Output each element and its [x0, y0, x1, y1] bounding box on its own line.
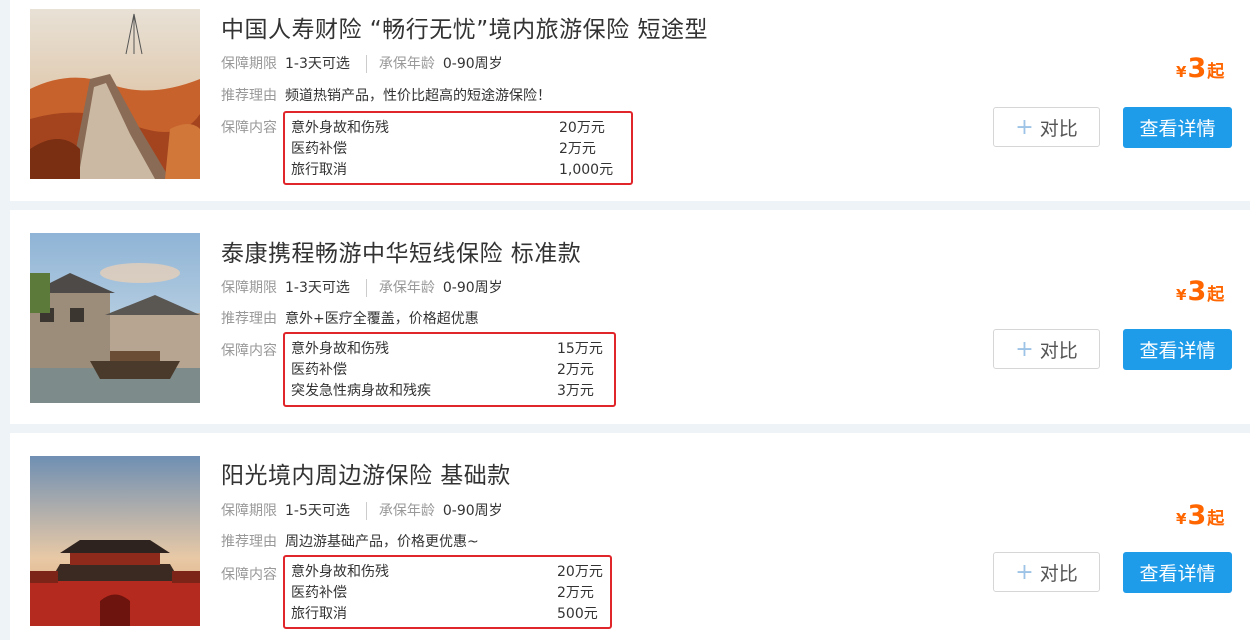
details-button[interactable]: 查看详情: [1123, 552, 1232, 593]
coverage-item: 医药补偿: [291, 141, 347, 157]
reason-value: 意外+医疗全覆盖，价格超优惠: [285, 311, 479, 327]
period-label: 保障期限: [221, 280, 277, 296]
great-wall-image[interactable]: [30, 9, 200, 179]
reason-value: 频道热销产品，性价比超高的短途游保险！: [285, 88, 551, 104]
reason-row: 推荐理由 周边游基础产品，价格更优惠~: [221, 531, 479, 551]
details-button[interactable]: 查看详情: [1123, 107, 1232, 148]
compare-label: 对比: [1039, 117, 1078, 140]
period-value: 1-3天可选: [285, 280, 350, 296]
reason-label: 推荐理由: [221, 311, 277, 327]
palace-gate-image[interactable]: [30, 456, 200, 626]
price-value: 3: [1187, 53, 1207, 84]
compare-label: 对比: [1039, 562, 1078, 585]
age-label: 承保年龄: [378, 56, 435, 72]
coverage-amount: 3万元: [557, 383, 594, 399]
coverage-amount: 15万元: [557, 341, 603, 357]
currency-symbol: ¥: [1176, 286, 1187, 304]
coverage-row: 保障内容: [221, 117, 277, 137]
coverage-amount: 2万元: [557, 585, 594, 601]
water-town-image[interactable]: [30, 233, 200, 403]
reason-label: 推荐理由: [221, 534, 277, 550]
price-suffix: 起: [1207, 509, 1225, 529]
coverage-table: 意外身故和伤残 20万元 医药补偿 2万元 旅行取消 500元: [283, 555, 612, 629]
divider: [365, 502, 367, 520]
product-title[interactable]: 阳光境内周边游保险 基础款: [221, 456, 511, 490]
coverage-item: 意外身故和伤残: [291, 341, 389, 357]
product-title[interactable]: 中国人寿财险 “畅行无忧”境内旅游保险 短途型: [221, 10, 708, 44]
reason-label: 推荐理由: [221, 88, 277, 104]
divider: [365, 279, 367, 297]
reason-row: 推荐理由 意外+医疗全覆盖，价格超优惠: [221, 308, 479, 328]
product-card: 阳光境内周边游保险 基础款 保障期限 1-5天可选 承保年龄 0-90周岁 推荐理由周…: [10, 433, 1250, 640]
coverage-table: 意外身故和伤残 15万元 医药补偿 2万元 突发急性病身故和残疾 3万元: [283, 332, 616, 407]
compare-label: 对比: [1039, 339, 1078, 362]
coverage-item: 旅行取消: [291, 606, 347, 622]
age-value: 0-90周岁: [442, 280, 503, 296]
divider: [365, 55, 367, 73]
coverage-item: 突发急性病身故和残疾: [291, 383, 431, 399]
currency-symbol: ¥: [1176, 63, 1187, 81]
compare-button[interactable]: + 对比: [993, 329, 1100, 369]
coverage-item: 旅行取消: [291, 162, 347, 178]
coverage-amount: 20万元: [557, 564, 603, 580]
period-age-row: 保障期限 1-3天可选 承保年龄 0-90周岁: [221, 53, 503, 73]
product-title[interactable]: 泰康携程畅游中华短线保险 标准款: [221, 234, 581, 268]
coverage-row: 保障内容: [221, 340, 277, 360]
coverage-label: 保障内容: [221, 567, 277, 583]
plus-icon: +: [1015, 336, 1034, 362]
coverage-amount: 20万元: [559, 120, 605, 136]
reason-value: 周边游基础产品，价格更优惠~: [285, 534, 479, 550]
period-age-row: 保障期限 1-5天可选 承保年龄 0-90周岁: [221, 500, 503, 520]
period-age-row: 保障期限 1-3天可选 承保年龄 0-90周岁: [221, 277, 503, 297]
price: ¥3起: [1176, 500, 1224, 531]
price: ¥3起: [1176, 276, 1224, 307]
coverage-amount: 2万元: [557, 362, 594, 378]
product-card: 中国人寿财险 “畅行无忧”境内旅游保险 短途型 保障期限 1-3天可选 承保年龄 0-…: [10, 0, 1250, 201]
price-suffix: 起: [1207, 62, 1225, 82]
period-value: 1-3天可选: [285, 56, 350, 72]
coverage-item: 医药补偿: [291, 362, 347, 378]
coverage-item: 意外身故和伤残: [291, 564, 389, 580]
product-card: 泰康携程畅游中华短线保险 标准款 保障期限 1-3天可选 承保年龄 0-90周岁 推荐…: [10, 210, 1250, 424]
coverage-label: 保障内容: [221, 120, 277, 136]
coverage-amount: 500元: [557, 606, 598, 622]
compare-button[interactable]: + 对比: [993, 107, 1100, 147]
period-label: 保障期限: [221, 56, 277, 72]
coverage-item: 医药补偿: [291, 585, 347, 601]
price-value: 3: [1187, 276, 1207, 307]
coverage-label: 保障内容: [221, 343, 277, 359]
age-value: 0-90周岁: [442, 56, 503, 72]
age-label: 承保年龄: [378, 280, 435, 296]
coverage-amount: 1,000元: [559, 162, 614, 178]
age-value: 0-90周岁: [442, 503, 503, 519]
coverage-amount: 2万元: [559, 141, 596, 157]
details-button[interactable]: 查看详情: [1123, 329, 1232, 370]
period-label: 保障期限: [221, 503, 277, 519]
period-value: 1-5天可选: [285, 503, 350, 519]
coverage-row: 保障内容: [221, 564, 277, 584]
currency-symbol: ¥: [1176, 510, 1187, 528]
price-suffix: 起: [1207, 285, 1225, 305]
price-value: 3: [1187, 500, 1207, 531]
price: ¥3起: [1176, 53, 1224, 84]
plus-icon: +: [1015, 114, 1034, 140]
compare-button[interactable]: + 对比: [993, 552, 1100, 592]
plus-icon: +: [1015, 559, 1034, 585]
coverage-table: 意外身故和伤残 20万元 医药补偿 2万元 旅行取消 1,000元: [283, 111, 633, 185]
age-label: 承保年龄: [378, 503, 435, 519]
reason-row: 推荐理由 频道热销产品，性价比超高的短途游保险！: [221, 85, 551, 105]
coverage-item: 意外身故和伤残: [291, 120, 389, 136]
